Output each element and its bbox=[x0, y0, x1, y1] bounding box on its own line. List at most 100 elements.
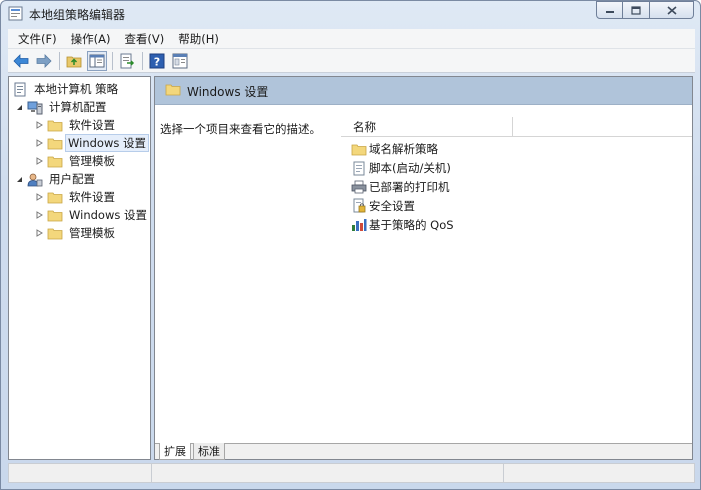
tree-label: Windows 设置 bbox=[69, 208, 147, 222]
tree-item-windows-settings[interactable]: Windows 设置 bbox=[35, 134, 149, 152]
details-header-title: Windows 设置 bbox=[187, 85, 269, 99]
tree-item-computer-config[interactable]: 计算机配置 bbox=[15, 98, 111, 116]
properties-icon bbox=[172, 53, 188, 68]
view-tabs: 扩展 标准 bbox=[155, 443, 692, 460]
expanded-arrow-icon[interactable] bbox=[15, 175, 24, 184]
minimize-icon bbox=[605, 11, 614, 13]
tree-label: 用户配置 bbox=[49, 172, 95, 186]
close-icon bbox=[666, 5, 677, 15]
list-item-label: 脚本(启动/关机) bbox=[369, 161, 451, 175]
tree-label: 计算机配置 bbox=[49, 100, 107, 114]
tree-item-user-config[interactable]: 用户配置 bbox=[15, 170, 99, 188]
status-cell bbox=[152, 464, 504, 482]
back-button[interactable] bbox=[11, 51, 31, 71]
script-icon bbox=[351, 160, 367, 176]
main-window: 本地组策略编辑器 文件(F) 操作(A) 查看(V) 帮助(H) ? 本地计算机… bbox=[0, 0, 701, 490]
description-text: 选择一个项目来查看它的描述。 bbox=[160, 122, 321, 136]
details-header: Windows 设置 bbox=[155, 77, 692, 105]
app-icon bbox=[8, 6, 23, 21]
toolbar: ? bbox=[8, 49, 695, 73]
properties-button[interactable] bbox=[170, 51, 190, 71]
menu-action[interactable]: 操作(A) bbox=[65, 31, 117, 47]
tab-label: 扩展 bbox=[164, 445, 186, 458]
tree-item-admin-templates[interactable]: 管理模板 bbox=[35, 152, 119, 170]
toolbar-separator bbox=[142, 51, 143, 70]
tree-label: 软件设置 bbox=[69, 190, 115, 204]
collapsed-arrow-icon[interactable] bbox=[35, 193, 44, 202]
menu-view[interactable]: 查看(V) bbox=[118, 31, 170, 47]
printer-icon bbox=[351, 179, 367, 195]
maximize-icon bbox=[631, 5, 641, 15]
tree-item-user-admin-templates[interactable]: 管理模板 bbox=[35, 224, 119, 242]
tab-extended[interactable]: 扩展 bbox=[159, 443, 191, 460]
menu-file[interactable]: 文件(F) bbox=[12, 31, 63, 47]
security-icon bbox=[351, 198, 367, 214]
column-header-name[interactable]: 名称 bbox=[341, 116, 513, 137]
collapsed-arrow-icon[interactable] bbox=[35, 121, 44, 130]
toolbar-separator bbox=[112, 51, 113, 70]
tree-item-software-settings[interactable]: 软件设置 bbox=[35, 116, 119, 134]
tree-item-user-software-settings[interactable]: 软件设置 bbox=[35, 188, 119, 206]
items-list[interactable]: 名称 域名解析策略 脚本(启动/关机) 已部署的打印机 安全设置 基于策略的 Q… bbox=[341, 105, 692, 443]
collapsed-arrow-icon[interactable] bbox=[35, 139, 44, 148]
help-button[interactable]: ? bbox=[147, 51, 167, 71]
folder-icon bbox=[351, 141, 367, 157]
toolbar-separator bbox=[59, 51, 60, 70]
folder-icon bbox=[47, 225, 63, 241]
back-icon bbox=[13, 53, 29, 68]
status-cell bbox=[9, 464, 152, 482]
list-item-label: 域名解析策略 bbox=[369, 142, 438, 156]
tree-item-user-windows-settings[interactable]: Windows 设置 bbox=[35, 206, 151, 224]
list-item[interactable]: 基于策略的 QoS bbox=[351, 216, 454, 234]
details-pane: Windows 设置 选择一个项目来查看它的描述。 名称 域名解析策略 脚本(启… bbox=[154, 76, 693, 460]
folder-icon bbox=[165, 83, 181, 99]
up-folder-icon bbox=[66, 56, 82, 67]
help-icon: ? bbox=[149, 53, 165, 68]
tree-pane[interactable]: 本地计算机 策略 计算机配置 软件设置 Windows 设置 管理模板 用户配置… bbox=[8, 76, 151, 460]
list-item[interactable]: 脚本(启动/关机) bbox=[351, 159, 451, 177]
tree-item-root[interactable]: 本地计算机 策略 bbox=[12, 80, 122, 98]
collapsed-arrow-icon[interactable] bbox=[35, 229, 44, 238]
forward-icon bbox=[36, 53, 52, 68]
minimize-button[interactable] bbox=[596, 1, 623, 19]
status-bar bbox=[8, 463, 695, 483]
status-cell bbox=[504, 464, 694, 482]
folder-icon bbox=[47, 117, 63, 133]
list-item[interactable]: 已部署的打印机 bbox=[351, 178, 450, 196]
list-item-label: 基于策略的 QoS bbox=[369, 218, 454, 232]
menu-help[interactable]: 帮助(H) bbox=[172, 31, 225, 47]
title-bar[interactable]: 本地组策略编辑器 bbox=[1, 1, 700, 27]
tree-label: 本地计算机 策略 bbox=[34, 82, 119, 96]
collapsed-arrow-icon[interactable] bbox=[35, 157, 44, 166]
tree-label: Windows 设置 bbox=[65, 134, 149, 152]
tree-label: 软件设置 bbox=[69, 118, 115, 132]
tree-label: 管理模板 bbox=[69, 154, 115, 168]
list-item-label: 已部署的打印机 bbox=[369, 180, 450, 194]
tree-label: 管理模板 bbox=[69, 226, 115, 240]
close-button[interactable] bbox=[650, 1, 694, 19]
collapsed-arrow-icon[interactable] bbox=[35, 211, 44, 220]
expanded-arrow-icon[interactable] bbox=[15, 103, 24, 112]
folder-icon bbox=[47, 135, 63, 151]
up-folder-button[interactable] bbox=[64, 51, 84, 71]
folder-icon bbox=[47, 189, 63, 205]
svg-text:?: ? bbox=[154, 55, 160, 68]
computer-icon bbox=[27, 99, 43, 115]
list-item[interactable]: 安全设置 bbox=[351, 197, 415, 215]
menu-bar: 文件(F) 操作(A) 查看(V) 帮助(H) bbox=[8, 29, 695, 49]
tab-standard[interactable]: 标准 bbox=[193, 443, 225, 460]
tab-label: 标准 bbox=[198, 445, 220, 458]
forward-button[interactable] bbox=[34, 51, 54, 71]
chart-icon bbox=[351, 217, 367, 233]
maximize-button[interactable] bbox=[623, 1, 650, 19]
list-item-label: 安全设置 bbox=[369, 199, 415, 213]
show-hide-tree-button[interactable] bbox=[87, 50, 107, 71]
folder-icon bbox=[47, 207, 63, 223]
policy-document-icon bbox=[12, 81, 28, 97]
column-header-label: 名称 bbox=[353, 119, 376, 134]
export-list-button[interactable] bbox=[117, 51, 137, 71]
export-list-icon bbox=[120, 53, 135, 68]
show-hide-tree-icon bbox=[89, 54, 105, 67]
list-item[interactable]: 域名解析策略 bbox=[351, 140, 438, 158]
window-title: 本地组策略编辑器 bbox=[29, 8, 126, 22]
